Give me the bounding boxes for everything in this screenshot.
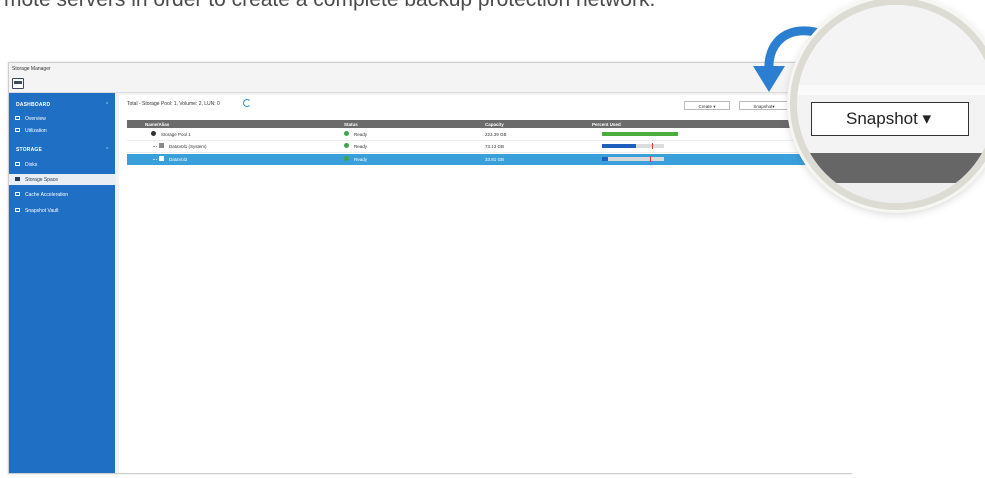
vault-icon [15,208,20,212]
volume-icon [159,143,164,148]
row-name: Storage Pool 1 [161,132,191,137]
utilization-icon [15,128,20,132]
sidebar-item-label: Utilization [25,128,47,134]
main-panel: Total - Storage Pool: 1, Volume: 2, LUN:… [119,95,859,473]
sidebar-item-cache-acceleration[interactable]: Cache Acceleration [9,189,115,200]
table-header: Name/Alias Status Capacity Percent Used [127,120,859,128]
chevron-up-icon[interactable]: ⌃ [105,147,109,153]
sidebar-item-label: Cache Acceleration [25,192,69,198]
sidebar-item-label: Overview [25,116,46,122]
sidebar-item-label: Snapshot Vault [25,208,59,214]
zoomed-table-header [797,153,985,183]
sidebar-item-label: Disks [25,162,38,168]
row-capacity: 223.39 GB [485,132,507,137]
storage-manager-window: Storage Manager DASHBOARD ⌃ Overview Uti… [8,62,859,474]
chevron-up-icon[interactable]: ⌃ [105,102,109,108]
sidebar-item-utilization[interactable]: Utilization [9,125,115,136]
sidebar: DASHBOARD ⌃ Overview Utilization STORAGE… [9,93,115,473]
caption-text: mote servers in order to create a comple… [4,0,655,12]
refresh-icon[interactable] [243,99,251,107]
section-storage[interactable]: STORAGE [16,147,42,153]
usage-bar-track [602,157,664,161]
section-dashboard[interactable]: DASHBOARD [16,102,50,108]
row-status: Ready [354,132,368,137]
title-bar: Storage Manager [9,63,851,93]
storage-space-icon [15,177,20,181]
volume-icon [159,156,164,161]
disk-icon [15,162,20,166]
zoom-strip [797,85,985,95]
col-name[interactable]: Name/Alias [145,122,169,127]
row-status: Ready [354,157,368,162]
sidebar-item-disks[interactable]: Disks [9,159,115,170]
row-status: Ready [354,144,368,149]
row-capacity: 73.13 GB [485,144,505,149]
table-row-selected[interactable]: DataVol2 Ready 33.81 GB [127,154,859,165]
ready-check-icon [344,131,349,136]
zoomed-snapshot-button[interactable]: Snapshot ▾ [811,102,969,136]
ready-check-icon [344,156,349,161]
table-row[interactable]: DataVol1 (System) Ready 73.13 GB [127,141,859,153]
snapshot-button[interactable]: Snapshot▾ [739,101,789,110]
col-status[interactable]: Status [344,122,358,127]
row-name: DataVol1 (System) [169,144,207,149]
sidebar-item-overview[interactable]: Overview [9,113,115,124]
overview-icon [15,116,20,120]
zoom-background [797,5,985,85]
col-percent-used[interactable]: Percent Used [592,122,621,127]
cache-icon [15,192,20,196]
sidebar-item-storage-space[interactable]: Storage Space [9,174,115,185]
summary-text: Total - Storage Pool: 1, Volume: 2, LUN:… [127,101,220,107]
col-capacity[interactable]: Capacity [485,122,504,127]
threshold-marker [650,156,651,162]
threshold-marker [652,143,653,149]
tree-connector [153,159,157,160]
create-button[interactable]: Create ▾ [684,101,730,110]
sidebar-item-label: Storage Space [25,177,59,183]
usage-bar [602,157,608,161]
usage-bar [602,144,636,148]
app-title: Storage Manager [12,66,51,72]
storage-manager-icon[interactable] [12,78,24,89]
storage-pool-icon [151,131,156,136]
row-capacity: 33.81 GB [485,157,505,162]
table-row[interactable]: Storage Pool 1 Ready 223.39 GB [127,129,859,141]
usage-bar [602,132,678,136]
tree-connector [153,146,157,147]
row-name: DataVol2 [169,157,188,162]
sidebar-item-snapshot-vault[interactable]: Snapshot Vault [9,205,115,216]
ready-check-icon [344,143,349,148]
magnifier-callout: Snapshot ▾ [790,0,985,210]
